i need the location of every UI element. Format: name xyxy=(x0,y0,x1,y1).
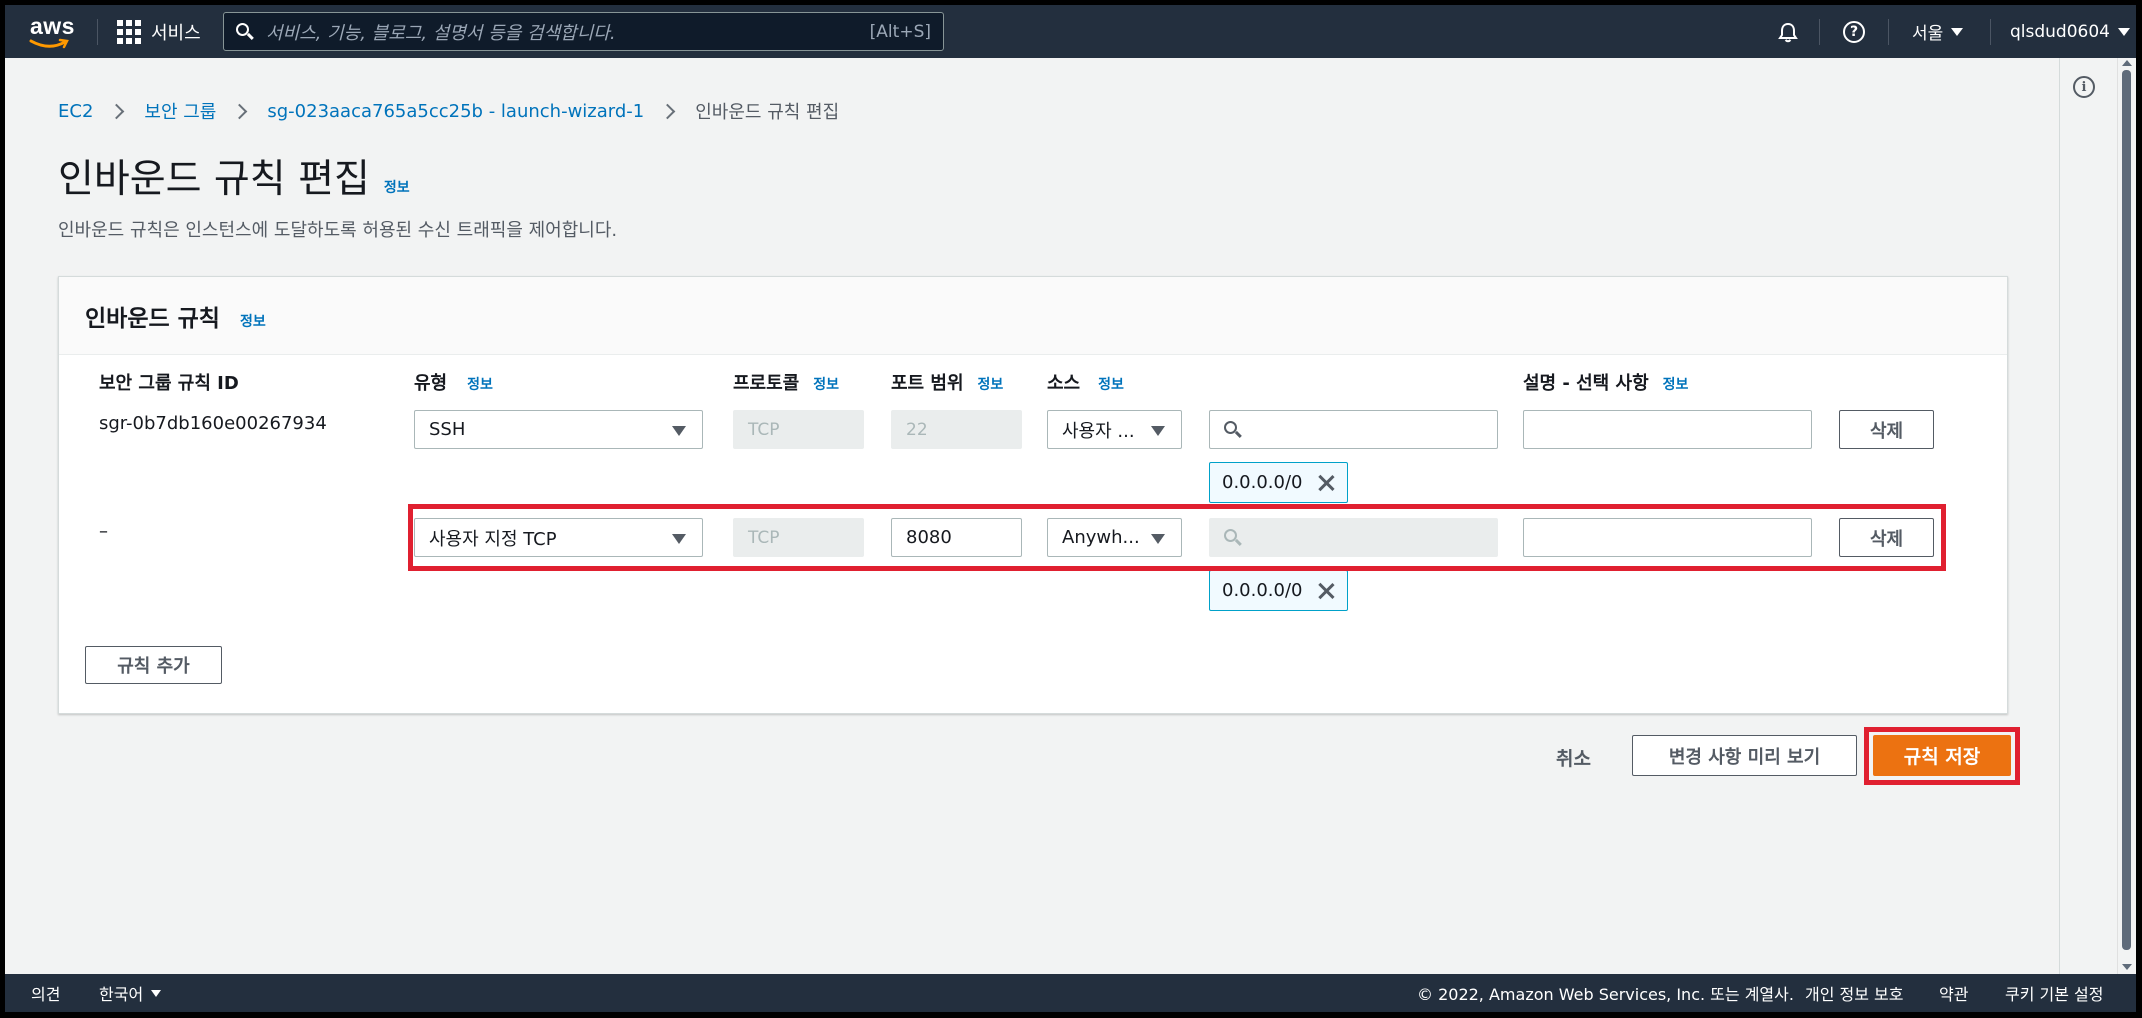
nav-divider xyxy=(1888,19,1889,45)
page-title: 인바운드 규칙 편집 xyxy=(58,157,370,202)
col-header-rule-id: 보안 그룹 규칙 ID xyxy=(99,373,239,394)
panel-header: 인바운드 규칙 정보 xyxy=(59,277,2007,355)
cidr-token-2: 0.0.0.0/0 xyxy=(1209,570,1348,611)
help-icon: ? xyxy=(1843,20,1865,43)
col-header-type: 유형 정보 xyxy=(414,373,493,394)
rule-id-1: sgr-0b7db160e00267934 xyxy=(99,413,327,434)
close-icon[interactable] xyxy=(1317,582,1335,600)
page-description: 인바운드 규칙은 인스턴스에 도달하도록 허용된 수신 트래픽을 제어합니다. xyxy=(58,220,618,241)
services-menu[interactable]: 서비스 xyxy=(117,5,201,58)
chevron-right-icon xyxy=(232,103,248,119)
footer: 의견 한국어 © 2022, Amazon Web Services, Inc.… xyxy=(5,974,2136,1012)
type-value-1: SSH xyxy=(429,419,466,440)
dropdown-arrow-icon xyxy=(672,426,686,436)
source-select-1[interactable]: 사용자 ... xyxy=(1047,410,1182,449)
main-content: EC2 보안 그룹 sg-023aaca765a5cc25b - launch-… xyxy=(5,58,2059,974)
port-info-link[interactable]: 정보 xyxy=(978,374,1004,394)
type-info-link[interactable]: 정보 xyxy=(467,374,493,394)
description-input-1[interactable] xyxy=(1523,410,1812,449)
description-info-link[interactable]: 정보 xyxy=(1663,374,1689,394)
dropdown-arrow-icon xyxy=(1151,426,1165,436)
cookie-preferences-link[interactable]: 쿠키 기본 설정 xyxy=(2005,974,2104,1012)
cidr-token-label-1: 0.0.0.0/0 xyxy=(1222,472,1303,493)
panel-title: 인바운드 규칙 xyxy=(85,306,220,332)
nav-divider xyxy=(97,19,98,45)
feedback-link[interactable]: 의견 xyxy=(31,974,60,1012)
help-button[interactable]: ? xyxy=(1843,5,1865,58)
language-selector[interactable]: 한국어 xyxy=(99,974,162,1012)
nav-divider xyxy=(1990,19,1991,45)
cidr-token-label-2: 0.0.0.0/0 xyxy=(1222,580,1303,601)
scroll-down-icon[interactable] xyxy=(2122,964,2132,970)
search-icon xyxy=(1224,420,1242,439)
browser-frame: aws 서비스 서비스, 기능, 블로그, 설명서 등을 검색합니다. [Alt… xyxy=(5,5,2136,1012)
source-info-link[interactable]: 정보 xyxy=(1098,374,1124,394)
global-search-input[interactable]: 서비스, 기능, 블로그, 설명서 등을 검색합니다. [Alt+S] xyxy=(223,12,944,51)
info-panel-icon[interactable]: i xyxy=(2073,76,2095,98)
terms-link[interactable]: 약관 xyxy=(1939,974,1968,1012)
preview-changes-button[interactable]: 변경 사항 미리 보기 xyxy=(1632,735,1857,776)
chevron-right-icon xyxy=(109,103,125,119)
scrollbar-thumb[interactable] xyxy=(2122,70,2131,950)
search-icon xyxy=(236,22,254,41)
delete-button-1[interactable]: 삭제 xyxy=(1839,410,1934,449)
region-selector[interactable]: 서울 xyxy=(1912,5,1964,58)
cidr-token-1: 0.0.0.0/0 xyxy=(1209,462,1348,503)
grid-icon xyxy=(117,19,141,44)
add-rule-button[interactable]: 규칙 추가 xyxy=(85,646,222,684)
top-navigation: aws 서비스 서비스, 기능, 블로그, 설명서 등을 검색합니다. [Alt… xyxy=(5,5,2136,58)
col-header-protocol: 프로토콜 정보 xyxy=(733,373,840,394)
panel-info-link[interactable]: 정보 xyxy=(240,311,266,331)
search-shortcut: [Alt+S] xyxy=(869,21,931,42)
privacy-link[interactable]: 개인 정보 보호 xyxy=(1805,974,1904,1012)
rule-id-2: – xyxy=(99,521,108,542)
cidr-search-input-1[interactable] xyxy=(1209,410,1498,449)
protocol-info-link[interactable]: 정보 xyxy=(813,374,839,394)
nav-divider xyxy=(1819,19,1820,45)
account-menu[interactable]: qlsdud0604 xyxy=(2010,5,2130,58)
breadcrumb-current: 인바운드 규칙 편집 xyxy=(695,102,840,123)
search-placeholder: 서비스, 기능, 블로그, 설명서 등을 검색합니다. xyxy=(266,22,616,44)
col-header-description: 설명 - 선택 사항 정보 xyxy=(1523,373,1689,394)
help-panel-divider xyxy=(2059,58,2060,974)
page-header: 인바운드 규칙 편집 정보 xyxy=(58,148,410,204)
page-info-link[interactable]: 정보 xyxy=(384,177,410,197)
col-header-source: 소스 정보 xyxy=(1047,373,1124,394)
notifications-button[interactable] xyxy=(1777,5,1799,58)
close-icon[interactable] xyxy=(1317,474,1335,492)
scrollbar[interactable] xyxy=(2117,58,2136,974)
protocol-field-1: TCP xyxy=(733,410,864,449)
account-name: qlsdud0604 xyxy=(2010,21,2110,42)
region-label: 서울 xyxy=(1912,24,1944,44)
aws-logo-text: aws xyxy=(30,13,75,39)
breadcrumb-ec2[interactable]: EC2 xyxy=(58,101,93,122)
services-label: 서비스 xyxy=(151,22,201,44)
source-value-1: 사용자 ... xyxy=(1062,420,1135,442)
caret-down-icon xyxy=(1951,27,1964,36)
caret-down-icon xyxy=(151,989,162,997)
port-range-field-1: 22 xyxy=(891,410,1022,449)
save-highlight-box xyxy=(1864,727,2020,785)
copyright-text: © 2022, Amazon Web Services, Inc. 또는 계열사… xyxy=(1417,985,1794,1004)
inbound-rules-panel: 인바운드 규칙 정보 보안 그룹 규칙 ID 유형 정보 프로토콜 정보 포트 … xyxy=(58,276,2008,714)
row-highlight-box xyxy=(408,504,1946,571)
scroll-up-icon[interactable] xyxy=(2122,60,2132,66)
language-label: 한국어 xyxy=(99,985,144,1004)
breadcrumb: EC2 보안 그룹 sg-023aaca765a5cc25b - launch-… xyxy=(58,98,839,124)
breadcrumb-security-group[interactable]: sg-023aaca765a5cc25b - launch-wizard-1 xyxy=(267,101,644,122)
aws-logo[interactable]: aws xyxy=(27,13,75,51)
caret-down-icon xyxy=(2118,27,2130,36)
breadcrumb-security-groups[interactable]: 보안 그룹 xyxy=(144,98,216,124)
col-header-port-range: 포트 범위 정보 xyxy=(891,373,1004,394)
cancel-button[interactable]: 취소 xyxy=(1556,744,1591,771)
bell-icon xyxy=(1778,22,1798,42)
type-select-1[interactable]: SSH xyxy=(414,410,703,449)
chevron-right-icon xyxy=(659,103,676,119)
aws-smile-icon xyxy=(29,38,69,49)
